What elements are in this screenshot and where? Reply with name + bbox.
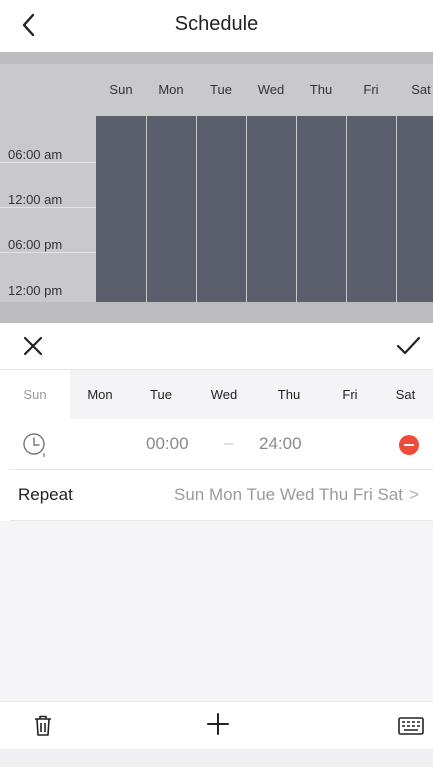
grid-day-fri: Fri: [363, 82, 379, 97]
schedule-grid: Sun Mon Tue Wed Thu Fri Sat 06:00 am 12:…: [0, 52, 433, 323]
close-icon[interactable]: [18, 331, 48, 361]
empty-content-area: [0, 521, 433, 701]
grid-tick-line: [0, 207, 96, 208]
tab-thu[interactable]: Thu: [256, 370, 322, 420]
grid-day-sun: Sun: [109, 82, 133, 97]
remove-icon[interactable]: [399, 435, 419, 455]
grid-bottom-band: [0, 302, 433, 323]
tab-fri[interactable]: Fri: [322, 370, 378, 420]
tab-sat[interactable]: Sat: [378, 370, 433, 420]
tab-tue[interactable]: Tue: [130, 370, 192, 420]
bottom-toolbar: [0, 701, 433, 749]
trash-icon[interactable]: [34, 715, 52, 737]
plus-icon[interactable]: [205, 711, 231, 737]
grid-column-divider: [346, 116, 347, 302]
grid-tick-line: [0, 162, 96, 163]
grid-day-mon: Mon: [158, 82, 184, 97]
clock-icon: [23, 433, 45, 457]
editor-action-bar: [0, 323, 433, 369]
footer-bottom-band: [0, 749, 433, 767]
grid-day-tue: Tue: [210, 82, 232, 97]
grid-time-label: 06:00 pm: [8, 237, 63, 252]
grid-column-divider: [146, 116, 147, 302]
grid-column-divider: [196, 116, 197, 302]
repeat-label: Repeat: [18, 485, 73, 504]
grid-column-divider: [296, 116, 297, 302]
grid-day-sat: Sat: [411, 82, 431, 97]
grid-column-divider: [396, 116, 397, 302]
nav-header: Schedule: [0, 0, 433, 50]
checkmark-icon[interactable]: [393, 331, 423, 361]
repeat-row[interactable]: Repeat Sun Mon Tue Wed Thu Fri Sat >: [0, 470, 433, 520]
end-time[interactable]: 24:00: [259, 434, 302, 454]
grid-day-thu: Thu: [309, 82, 333, 97]
repeat-days: Sun Mon Tue Wed Thu Fri Sat: [174, 485, 403, 504]
grid-day-wed: Wed: [257, 82, 285, 97]
day-tabs: Sun Mon Tue Wed Thu Fri Sat: [0, 369, 433, 420]
tab-wed[interactable]: Wed: [192, 370, 256, 420]
time-range-row[interactable]: 00:00 – 24:00: [0, 419, 433, 469]
time-separator: –: [224, 433, 234, 452]
grid-time-label: 06:00 am: [8, 147, 63, 162]
grid-time-label: 12:00 am: [8, 192, 63, 207]
keyboard-icon[interactable]: [398, 717, 424, 735]
grid-top-band: [0, 52, 433, 64]
grid-column-divider: [246, 116, 247, 302]
chevron-right-icon: >: [409, 485, 419, 504]
tab-sun[interactable]: Sun: [0, 370, 70, 420]
page-title: Schedule: [174, 13, 259, 35]
grid-tick-line: [0, 252, 96, 253]
start-time[interactable]: 00:00: [146, 434, 189, 454]
tab-mon[interactable]: Mon: [70, 370, 130, 420]
grid-time-label: 12:00 pm: [8, 283, 63, 298]
